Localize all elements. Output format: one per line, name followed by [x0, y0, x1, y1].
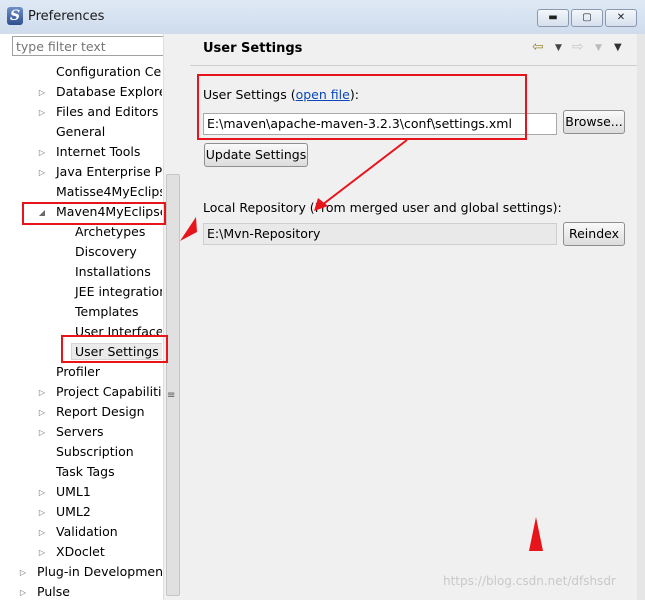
tree-item-label: Subscription	[56, 444, 134, 459]
header-divider	[190, 65, 637, 66]
tree-item[interactable]: Java Enterprise Pro	[56, 162, 162, 182]
tree-item-label: Configuration Cent	[56, 64, 162, 79]
tree-item[interactable]: Internet Tools	[56, 142, 140, 162]
expand-arrow-icon[interactable]: ▷	[37, 503, 47, 523]
tree-item-label: Plug-in Development	[37, 564, 162, 579]
tree-item[interactable]: UML2	[56, 502, 91, 522]
expand-arrow-icon[interactable]: ▷	[18, 583, 28, 600]
update-settings-button[interactable]: Update Settings	[204, 143, 308, 167]
close-button[interactable]: ✕	[605, 9, 637, 27]
preference-tree: Configuration Cent ▷ Database Explorer ▷ Fil…	[0, 62, 162, 600]
window-title: Preferences	[28, 9, 105, 24]
tree-item-label: Task Tags	[56, 464, 115, 479]
tree-item-label: XDoclet	[56, 544, 105, 559]
local-repository-field: E:\Mvn-Repository	[203, 223, 557, 245]
tree-item-label: Matisse4MyEclipse	[56, 184, 162, 199]
local-repository-label: Local Repository (From merged user and g…	[203, 200, 562, 215]
expand-arrow-icon[interactable]: ▷	[37, 143, 47, 163]
tree-item-label: Profiler	[56, 364, 101, 379]
tree-item-label: Internet Tools	[56, 144, 141, 159]
minimize-button[interactable]: ▬	[537, 9, 569, 27]
tree-item-label: Templates	[75, 304, 139, 319]
tree-item[interactable]: JEE integration	[75, 282, 162, 302]
preference-tree-pane: Configuration Cent ▷ Database Explorer ▷ Fil…	[0, 34, 181, 600]
browse-button[interactable]: Browse...	[563, 110, 625, 134]
annotation-box-user-settings-node	[61, 335, 168, 363]
tree-item[interactable]: Templates	[75, 302, 139, 322]
tree-scrollbar-thumb[interactable]	[166, 174, 180, 596]
tree-item[interactable]: Discovery	[75, 242, 137, 262]
filter-input[interactable]	[12, 36, 174, 56]
tree-item[interactable]: Subscription	[56, 442, 134, 462]
tree-item-label: Files and Editors	[56, 104, 159, 119]
tree-item[interactable]: Task Tags	[56, 462, 115, 482]
title-bar: S Preferences ▬ ▢ ✕	[0, 0, 645, 34]
tree-item[interactable]: Servers	[56, 422, 104, 442]
tree-item-label: Database Explorer	[56, 84, 162, 99]
tree-item[interactable]: General	[56, 122, 105, 142]
tree-scrollbar[interactable]: ≡	[163, 34, 181, 600]
tree-item[interactable]: Installations	[75, 262, 151, 282]
tree-item-label: Pulse	[37, 584, 70, 599]
scroll-grip-icon: ≡	[167, 390, 176, 401]
tree-item[interactable]: UML1	[56, 482, 91, 502]
tree-item[interactable]: Configuration Cent	[56, 62, 162, 82]
tree-item[interactable]: Profiler	[56, 362, 100, 382]
annotation-box-maven	[22, 202, 166, 225]
tree-item[interactable]: Validation	[56, 522, 118, 542]
expand-arrow-icon[interactable]: ▷	[37, 383, 47, 403]
tree-item-label: Java Enterprise Pro	[56, 164, 162, 179]
expand-arrow-icon[interactable]: ▷	[37, 403, 47, 423]
expand-arrow-icon[interactable]: ▷	[37, 543, 47, 563]
expand-arrow-icon[interactable]: ▷	[18, 563, 28, 583]
tree-item[interactable]: Archetypes	[75, 222, 145, 242]
tree-item-label: Project Capabilities	[56, 384, 162, 399]
view-menu-icon[interactable]: ▼	[614, 42, 622, 53]
expand-arrow-icon[interactable]: ▷	[37, 163, 47, 183]
watermark: https://blog.csdn.net/dfshsdr	[443, 574, 616, 588]
tree-item-label: Installations	[75, 264, 151, 279]
tree-item-label: UML2	[56, 504, 91, 519]
annotation-box-user-settings	[197, 74, 527, 140]
expand-arrow-icon[interactable]: ▷	[37, 103, 47, 123]
window-edge	[637, 34, 645, 600]
tree-item-label: General	[56, 124, 106, 139]
tree-item[interactable]: Pulse	[37, 582, 70, 600]
expand-arrow-icon[interactable]: ▷	[37, 523, 47, 543]
maximize-button[interactable]: ▢	[571, 9, 603, 27]
page-title: User Settings	[203, 41, 303, 56]
expand-arrow-icon[interactable]: ▷	[37, 83, 47, 103]
tree-item-label: UML1	[56, 484, 91, 499]
expand-arrow-icon[interactable]: ▷	[37, 483, 47, 503]
tree-item[interactable]: Database Explorer	[56, 82, 162, 102]
tree-item-label: Discovery	[75, 244, 137, 259]
reindex-button[interactable]: Reindex	[563, 222, 625, 246]
tree-item-label: Report Design	[56, 404, 145, 419]
tree-item[interactable]: Project Capabilities	[56, 382, 162, 402]
eclipse-app-icon: S	[7, 7, 23, 25]
back-arrow-icon[interactable]: ⇦	[532, 39, 544, 55]
tree-item[interactable]: Files and Editors	[56, 102, 158, 122]
forward-dropdown-icon[interactable]: ▼	[595, 43, 602, 53]
tree-item-label: Archetypes	[75, 224, 146, 239]
forward-arrow-icon[interactable]: ⇨	[572, 39, 584, 55]
tree-item[interactable]: Matisse4MyEclipse	[56, 182, 162, 202]
expand-arrow-icon[interactable]: ▷	[37, 423, 47, 443]
tree-item-label: Servers	[56, 424, 104, 439]
tree-item[interactable]: Plug-in Development	[37, 562, 162, 582]
tree-item-label: Validation	[56, 524, 118, 539]
tree-item[interactable]: XDoclet	[56, 542, 105, 562]
back-dropdown-icon[interactable]: ▼	[555, 43, 562, 53]
tree-item-label: JEE integration	[75, 284, 162, 299]
tree-item[interactable]: Report Design	[56, 402, 145, 422]
